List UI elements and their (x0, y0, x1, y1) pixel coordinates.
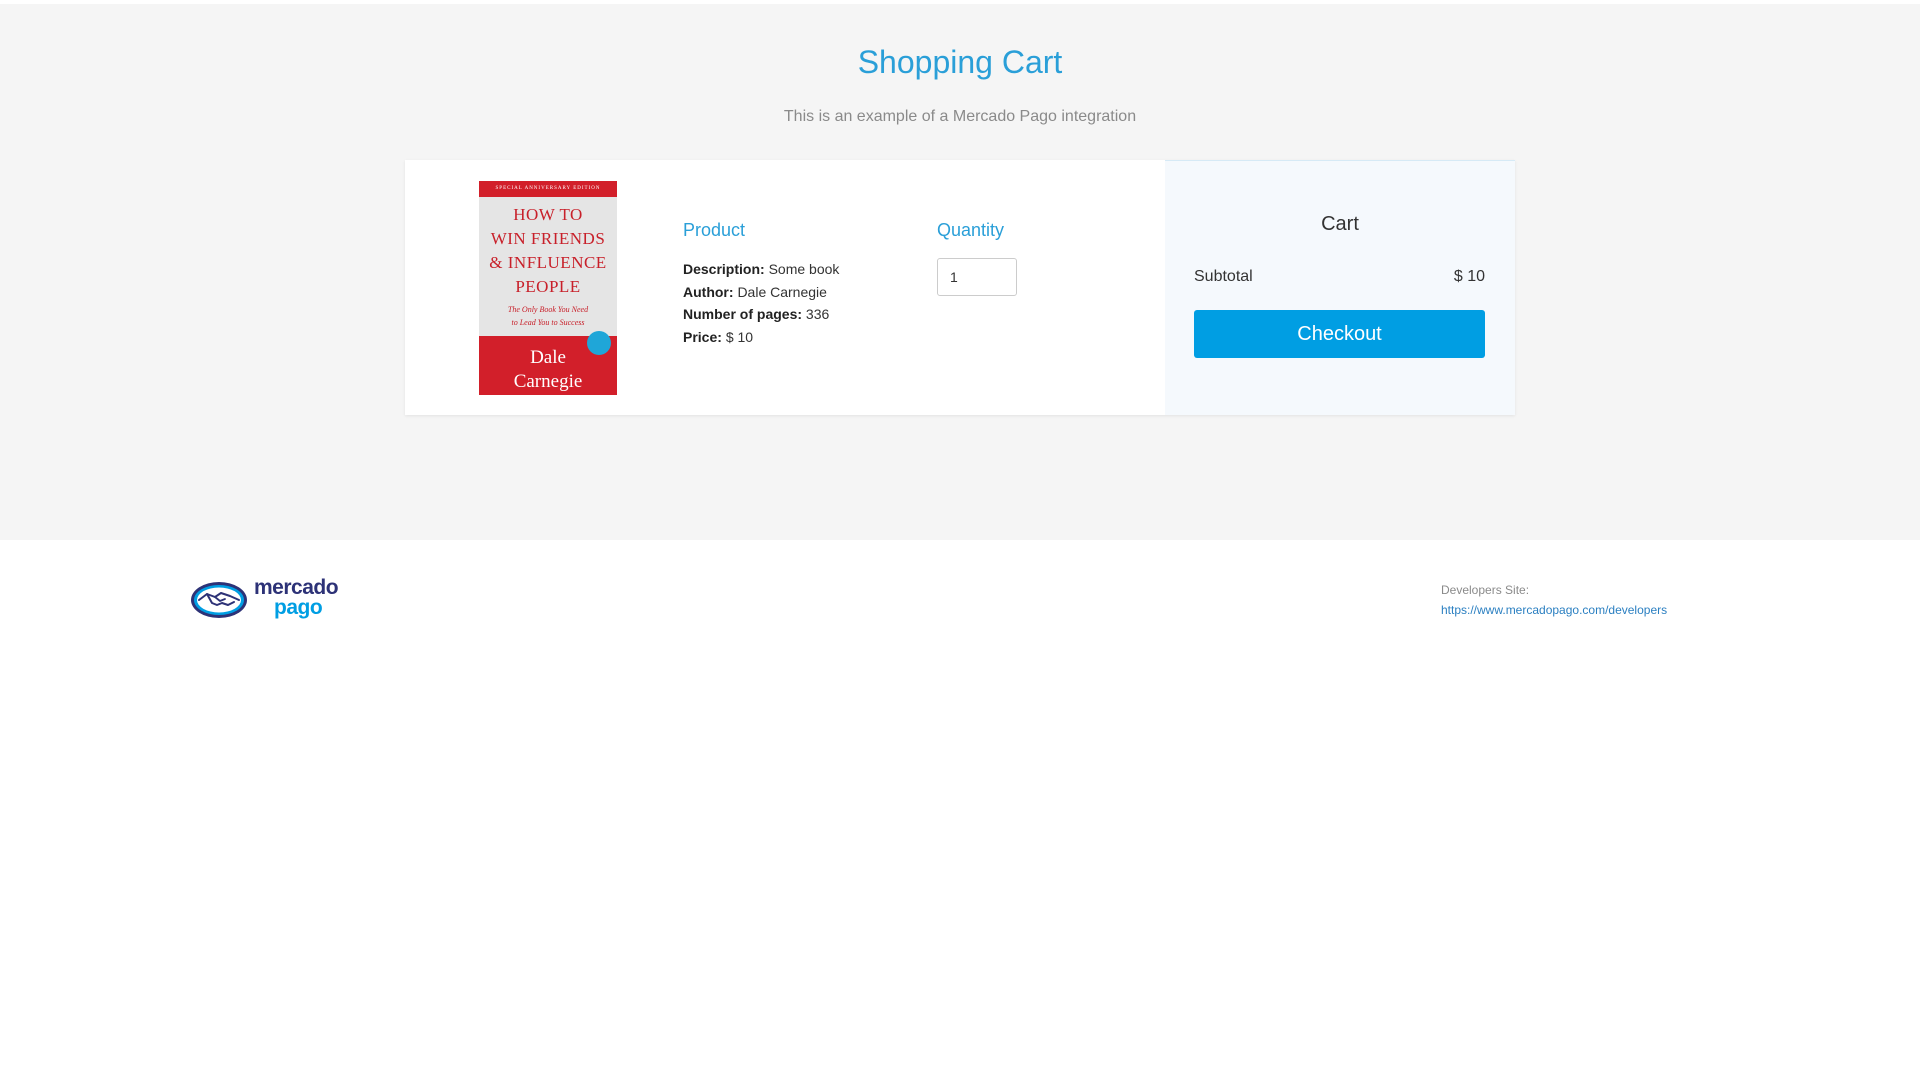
developers-site-label: Developers Site: (1441, 583, 1530, 597)
book-tagline-line: The Only Book You Need (507, 305, 589, 314)
mercado-pago-logo[interactable]: mercado pago (190, 576, 350, 622)
book-title-line: HOW TO (513, 205, 583, 224)
product-author-row: Author: Dale Carnegie (683, 281, 839, 304)
logo-wordmark: mercado pago (254, 576, 339, 619)
product-image: SPECIAL ANNIVERSARY EDITION HOW TO WIN F… (479, 181, 617, 395)
product-pages-row: Number of pages: 336 (683, 303, 839, 326)
cart-title: Cart (1321, 213, 1359, 235)
product-price-row: Price: $ 10 (683, 326, 839, 349)
book-cover-title: HOW TO WIN FRIENDS & INFLUENCE PEOPLE (479, 203, 617, 299)
quantity-heading: Quantity (937, 220, 1005, 240)
developers-site-link[interactable]: https://www.mercadopago.com/developers (1441, 603, 1667, 617)
subtotal-label: Subtotal (1194, 268, 1253, 285)
detail-value: 336 (805, 306, 830, 322)
book-title-line: PEOPLE (515, 277, 581, 296)
book-cover-tagline: The Only Book You Need to Lead You to Su… (479, 303, 617, 329)
detail-value: $ 10 (725, 328, 754, 345)
cart-summary-panel: Cart Subtotal $ 10 Checkout (1165, 160, 1515, 415)
detail-value: Some book (768, 261, 840, 277)
detail-value: Dale Carnegie (737, 283, 827, 300)
book-title-line: & INFLUENCE (489, 253, 607, 272)
product-details: Description: Some book Author: Dale Carn… (683, 258, 839, 348)
checkout-button[interactable]: Checkout (1194, 310, 1485, 358)
detail-label: Description: (683, 261, 765, 277)
hero-section: Shopping Cart This is an example of a Me… (0, 4, 1920, 540)
mercado-pago-handshake-icon (191, 582, 247, 618)
detail-label: Number of pages: (683, 306, 803, 322)
product-heading: Product (683, 220, 746, 240)
logo-word-pago: pago (274, 596, 323, 619)
logo-word-mercado: mercado (254, 576, 339, 599)
detail-label: Price: (683, 328, 722, 345)
cart-card: SPECIAL ANNIVERSARY EDITION HOW TO WIN F… (405, 160, 1515, 415)
product-description-row: Description: Some book (683, 258, 839, 281)
subtotal-value: $ 10 (1453, 268, 1485, 285)
book-badge-icon (587, 331, 611, 355)
book-author-line: Carnegie (513, 371, 583, 392)
page-title: Shopping Cart (857, 44, 1063, 80)
page-subtitle: This is an example of a Mercado Pago int… (783, 108, 1137, 125)
book-title-line: WIN FRIENDS (490, 229, 606, 248)
quantity-input[interactable] (937, 258, 1017, 296)
footer: mercado pago Developers Site: https://ww… (0, 540, 1920, 1080)
book-edition-label: SPECIAL ANNIVERSARY EDITION (479, 181, 617, 197)
detail-label: Author: (683, 283, 734, 300)
book-tagline-line: to Lead You to Success (511, 318, 585, 327)
